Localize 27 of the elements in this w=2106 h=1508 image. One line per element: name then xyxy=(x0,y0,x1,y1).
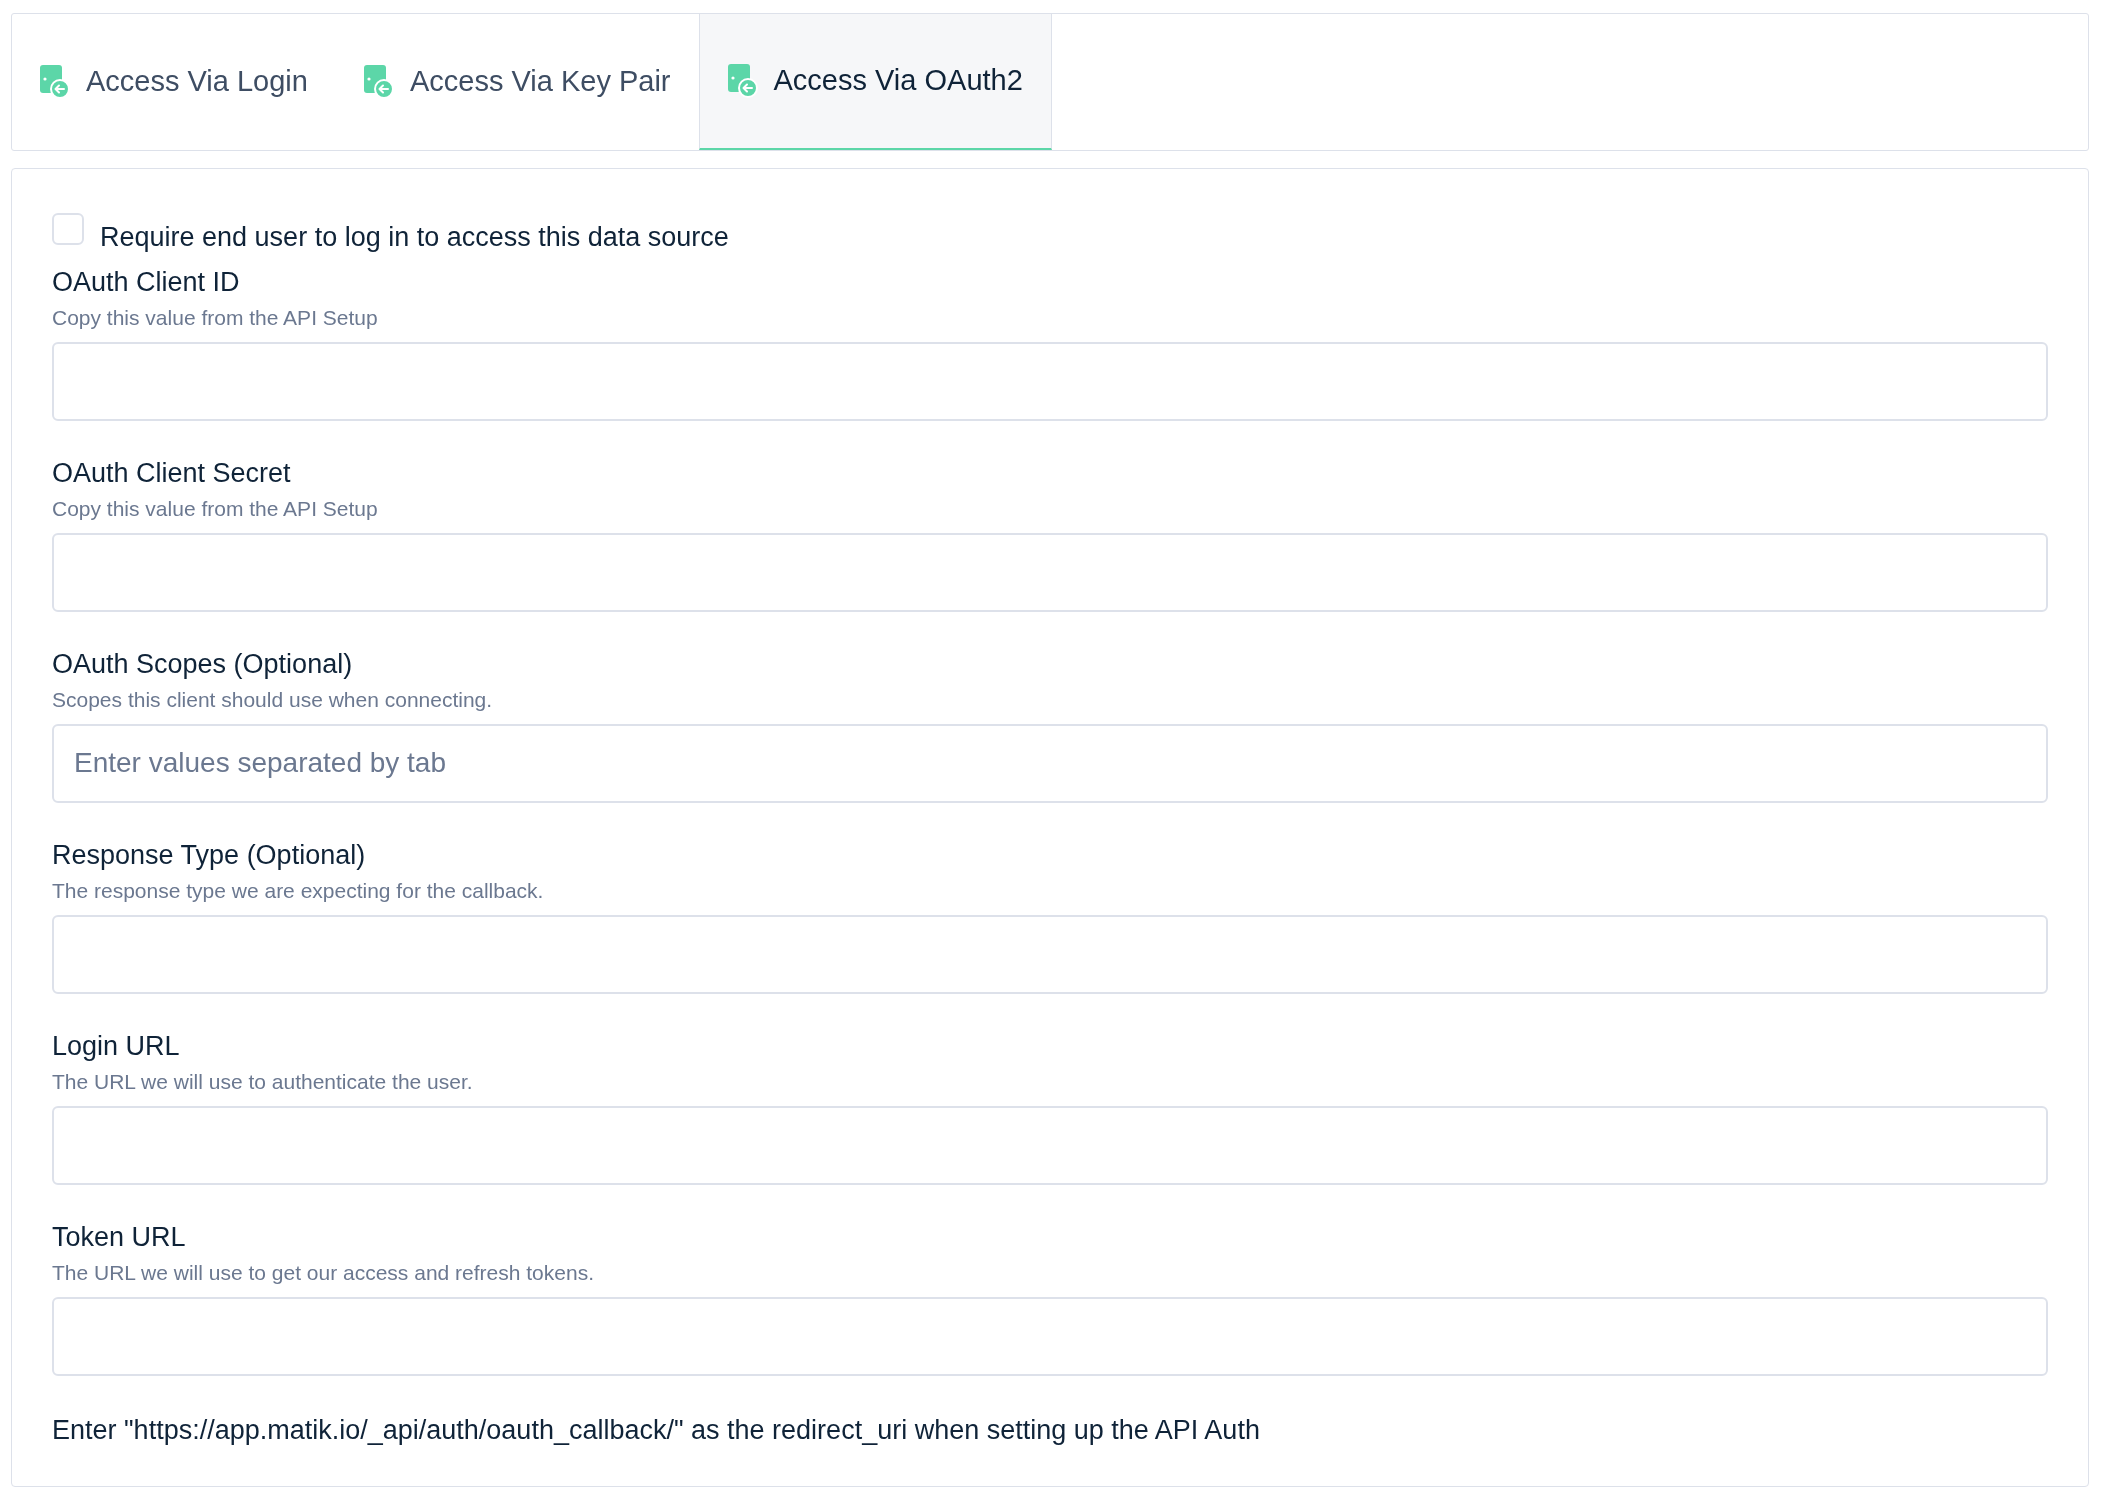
document-arrow-icon xyxy=(40,65,70,99)
field-help: Copy this value from the API Setup xyxy=(52,304,379,331)
field-label: Response Type (Optional) xyxy=(52,838,367,871)
input-field[interactable]: Enter values separated by tab xyxy=(52,723,2048,803)
document-arrow-icon xyxy=(727,64,758,98)
field-label: Token URL xyxy=(52,1220,187,1253)
field-help: Copy this value from the API Setup xyxy=(52,495,379,522)
input-field[interactable] xyxy=(52,914,2048,994)
field-label: OAuth Client Secret xyxy=(52,456,292,489)
input-field[interactable] xyxy=(52,1105,2048,1185)
tab[interactable]: Access Via OAuth2 xyxy=(698,14,1052,150)
field-help: The response type we are expecting for the callback. xyxy=(52,877,545,904)
input-field[interactable] xyxy=(52,532,2048,612)
field-help: Scopes this client should use when connecting. xyxy=(52,686,494,713)
field-label: OAuth Scopes (Optional) xyxy=(52,647,354,680)
field-help: The URL we will use to authenticate the user. xyxy=(52,1068,474,1095)
checkbox-label: Require end user to log in to access this data source xyxy=(100,221,729,254)
field-help: The URL we will use to get our access and refresh tokens. xyxy=(52,1259,595,1286)
field-label: OAuth Client ID xyxy=(52,265,241,298)
input-field[interactable] xyxy=(52,1296,2048,1376)
tab[interactable]: Access Via Login xyxy=(12,14,336,150)
redirect-note: Enter "https://app.matik.io/_api/auth/oauth_callback/" as the redirect_uri when setting up the API Auth xyxy=(52,1413,1261,1447)
field-label: Login URL xyxy=(52,1029,181,1062)
document-arrow-icon xyxy=(363,65,394,99)
tab[interactable]: Access Via Key Pair xyxy=(335,14,699,150)
input-field[interactable] xyxy=(52,341,2048,421)
checkbox[interactable] xyxy=(52,213,84,245)
